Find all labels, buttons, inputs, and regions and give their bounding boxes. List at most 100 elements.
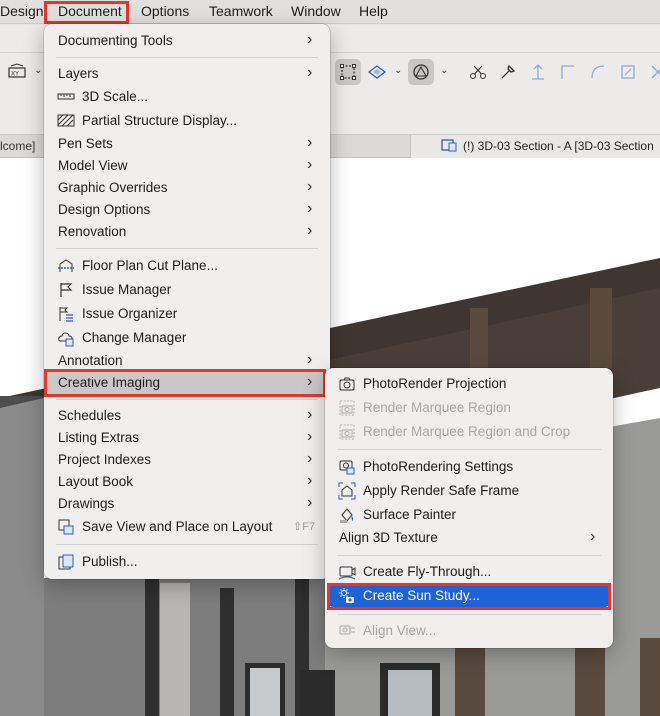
menu-item-layers[interactable]: Layers › [44, 63, 330, 85]
scale-ruler-icon [57, 93, 75, 100]
menu-item-align-3d-texture[interactable]: Align 3D Texture › [325, 527, 613, 549]
menu-item-label: PhotoRender Projection [363, 376, 507, 391]
chevron-right-icon: › [307, 450, 313, 467]
menubar-options[interactable]: Options [141, 3, 189, 19]
menu-item-graphic-overrides[interactable]: Graphic Overrides › [44, 177, 330, 199]
menu-item-label: Listing Extras [58, 430, 140, 445]
fly-through-icon [338, 566, 356, 580]
camera-crop-icon [339, 424, 355, 440]
tab-section-view[interactable]: (!) 3D-03 Section - A [3D-03 Section [410, 135, 660, 158]
chevron-down-icon[interactable]: ⌄ [394, 65, 402, 76]
menu-item-surface-painter[interactable]: Surface Painter [325, 504, 613, 526]
menu-item-model-view[interactable]: Model View › [44, 155, 330, 177]
menu-item-listing-extras[interactable]: Listing Extras › [44, 427, 330, 449]
menu-item-label: Documenting Tools [58, 33, 173, 48]
save-view-icon [58, 519, 74, 535]
chevron-right-icon: › [307, 31, 313, 48]
menu-item-photorendering-settings[interactable]: PhotoRendering Settings [325, 456, 613, 478]
menu-item-change-manager[interactable]: Change Manager [44, 327, 330, 349]
marquee-select-icon[interactable] [335, 59, 361, 85]
xy-coordinates-icon[interactable]: XY [4, 59, 30, 85]
issue-organizer-icon [59, 307, 73, 322]
menu-item-label: Align 3D Texture [339, 530, 438, 545]
publish-icon [58, 554, 74, 570]
menu-item-render-marquee-region[interactable]: Render Marquee Region [325, 397, 613, 419]
menu-item-label: Issue Manager [82, 282, 172, 297]
tab-welcome[interactable]: lcome] [0, 139, 35, 153]
tool-icon[interactable] [495, 59, 521, 85]
menu-item-pen-sets[interactable]: Pen Sets › [44, 133, 330, 155]
separator [56, 57, 318, 58]
separator [337, 449, 601, 450]
menu-item-project-indexes[interactable]: Project Indexes › [44, 449, 330, 471]
chevron-down-icon[interactable]: ⌄ [34, 65, 42, 76]
menu-item-label: Render Marquee Region [363, 400, 511, 415]
document-menu: Documenting Tools › Layers › 3D Scale...… [44, 24, 330, 579]
scissors-icon[interactable] [465, 59, 491, 85]
menu-item-label: Change Manager [82, 330, 187, 345]
elevate-icon[interactable] [525, 59, 551, 85]
menubar-teamwork[interactable]: Teamwork [209, 3, 273, 19]
multiply-icon[interactable] [645, 59, 660, 85]
menu-item-publish[interactable]: Publish... [44, 551, 330, 573]
menu-item-label: PhotoRendering Settings [363, 459, 514, 474]
chevron-down-icon[interactable]: ⌄ [440, 65, 448, 76]
menu-item-label: Schedules [58, 408, 122, 423]
flag-icon [60, 283, 73, 297]
chevron-right-icon: › [307, 351, 313, 368]
curve-icon[interactable] [585, 59, 611, 85]
menu-item-layout-book[interactable]: Layout Book › [44, 471, 330, 493]
menu-item-label: Drawings [58, 496, 115, 511]
change-manager-icon [58, 332, 74, 347]
menu-item-drawings[interactable]: Drawings › [44, 493, 330, 515]
menu-item-render-marquee-crop[interactable]: Render Marquee Region and Crop [325, 421, 613, 443]
menu-item-renovation[interactable]: Renovation › [44, 221, 330, 243]
menu-item-label: Publish... [82, 554, 138, 569]
menu-item-3d-scale[interactable]: 3D Scale... [44, 86, 330, 108]
tab-section-label: (!) 3D-03 Section - A [3D-03 Section [463, 139, 654, 153]
shaded-mode-icon[interactable] [408, 59, 434, 85]
chevron-right-icon: › [307, 156, 313, 173]
menu-item-label: Model View [58, 158, 128, 173]
menu-item-schedules[interactable]: Schedules › [44, 405, 330, 427]
3d-plane-icon[interactable] [364, 59, 390, 85]
hatch-pattern-icon [57, 114, 75, 127]
creative-imaging-highlight-box [44, 369, 326, 397]
menu-item-save-view[interactable]: Save View and Place on Layout ⇧F7 [44, 516, 330, 538]
menu-item-floor-plan-cut-plane[interactable]: Floor Plan Cut Plane... [44, 255, 330, 277]
chevron-right-icon: › [307, 200, 313, 217]
menu-item-apply-render-safe-frame[interactable]: Apply Render Safe Frame [325, 480, 613, 502]
menu-item-label: Apply Render Safe Frame [363, 483, 520, 498]
menu-item-issue-manager[interactable]: Issue Manager [44, 279, 330, 301]
chevron-right-icon: › [307, 64, 313, 81]
menu-item-label: Pen Sets [58, 136, 113, 151]
menu-item-create-fly-through[interactable]: Create Fly-Through... [325, 561, 613, 583]
menubar-help[interactable]: Help [359, 3, 388, 19]
separator [56, 248, 318, 249]
menu-item-label: Design Options [58, 202, 151, 217]
menubar-window[interactable]: Window [291, 3, 341, 19]
menu-item-label: Create Fly-Through... [363, 564, 492, 579]
menubar-design[interactable]: Design [0, 3, 44, 19]
chevron-right-icon: › [307, 178, 313, 195]
menu-item-label: Align View... [363, 623, 437, 638]
chevron-right-icon: › [307, 134, 313, 151]
menu-item-label: Layers [58, 66, 99, 81]
menu-item-label: Renovation [58, 224, 127, 239]
menu-item-issue-organizer[interactable]: Issue Organizer [44, 303, 330, 325]
menu-item-label: Surface Painter [363, 507, 457, 522]
create-sun-study-highlight-box [327, 583, 611, 610]
menu-item-documenting-tools[interactable]: Documenting Tools › [44, 30, 330, 52]
shortcut-label: ⇧F7 [293, 521, 316, 533]
floor-plan-cut-icon [58, 259, 74, 272]
svg-text:XY: XY [11, 71, 19, 78]
menu-item-partial-structure[interactable]: Partial Structure Display... [44, 110, 330, 132]
camera-icon [339, 377, 355, 391]
menu-item-design-options[interactable]: Design Options › [44, 199, 330, 221]
safe-frame-icon [338, 482, 356, 500]
menu-item-label: Render Marquee Region and Crop [363, 424, 571, 439]
resize-icon[interactable] [615, 59, 641, 85]
corner-icon[interactable] [555, 59, 581, 85]
menu-item-align-view[interactable]: Align View... [325, 620, 613, 642]
menu-item-photorender-projection[interactable]: PhotoRender Projection [325, 373, 613, 395]
